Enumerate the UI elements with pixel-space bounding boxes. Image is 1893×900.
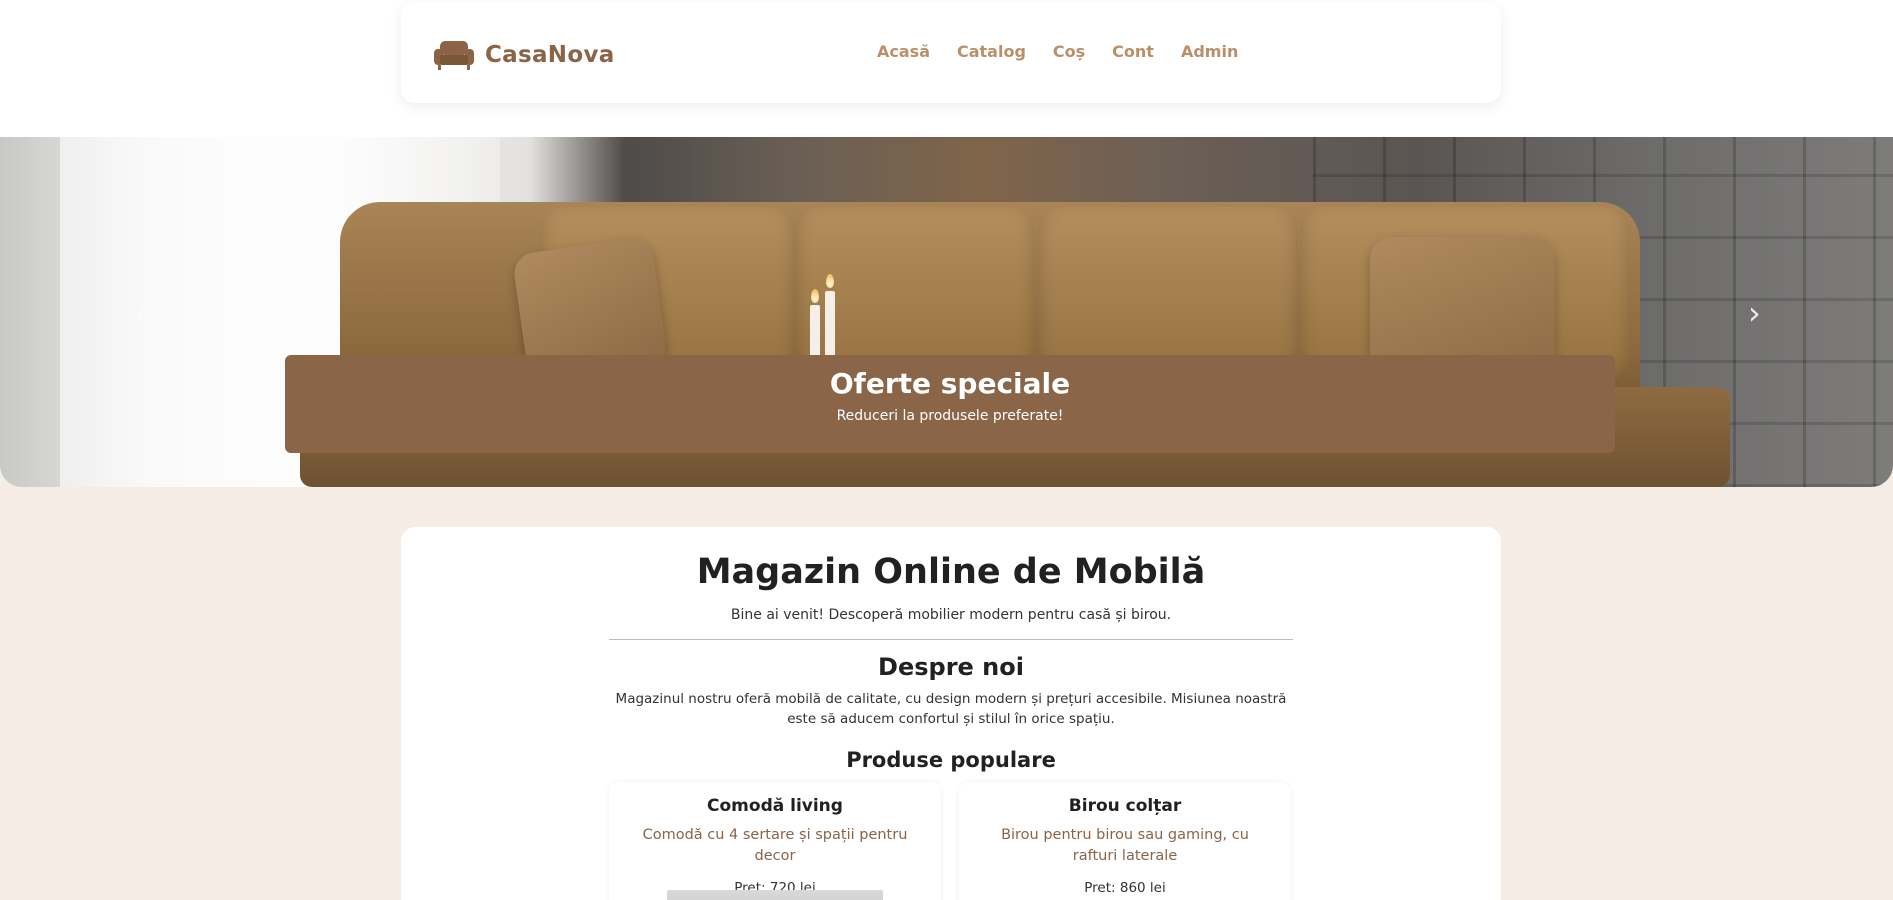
- nav-link-cos[interactable]: Coș: [1053, 42, 1085, 61]
- product-card[interactable]: Birou colțar Birou pentru birou sau gami…: [959, 782, 1291, 900]
- about-text: Magazinul nostru oferă mobilă de calitat…: [615, 691, 1287, 727]
- brand[interactable]: CasaNova: [433, 36, 615, 74]
- product-price: Pret: 860 lei: [1084, 880, 1166, 896]
- candle: [825, 291, 835, 365]
- nav-link-admin[interactable]: Admin: [1181, 42, 1238, 61]
- nav-links: Acasă Catalog Coș Cont Admin: [877, 42, 1265, 61]
- hero-carousel: ‹ › Oferte speciale Reduceri la produsel…: [0, 137, 1893, 487]
- hero-caption: Oferte speciale Reduceri la produsele pr…: [285, 355, 1615, 453]
- product-card[interactable]: Comodă living Comodă cu 4 sertare și spa…: [609, 782, 941, 900]
- carousel-prev-icon[interactable]: ‹: [134, 297, 147, 329]
- products-title: Produse populare: [846, 748, 1056, 772]
- nav-link-catalog[interactable]: Catalog: [957, 42, 1026, 61]
- product-name: Comodă living: [707, 796, 843, 816]
- candle-flame: [826, 274, 834, 288]
- candle-flame: [811, 289, 819, 303]
- page-title: Magazin Online de Mobilă: [696, 552, 1206, 592]
- product-description: Birou pentru birou sau gaming, cu raftur…: [1001, 827, 1249, 864]
- product-name: Birou colțar: [1068, 796, 1182, 816]
- welcome-text: Bine ai venit! Descoperă mobilier modern…: [730, 607, 1172, 623]
- product-description: Comodă cu 4 sertare și spații pentru dec…: [642, 827, 908, 864]
- carousel-next-icon[interactable]: ›: [1748, 297, 1761, 329]
- nav-link-cont[interactable]: Cont: [1112, 42, 1154, 61]
- main-content: Magazin Online de Mobilă Bine ai venit! …: [401, 527, 1501, 900]
- sofa-icon: [434, 41, 474, 70]
- divider: [609, 639, 1293, 640]
- product-image: [667, 890, 883, 900]
- hero-subtitle: Reduceri la produsele preferate!: [836, 408, 1064, 424]
- nav-link-acasa[interactable]: Acasă: [877, 42, 930, 61]
- navbar: CasaNova Acasă Catalog Coș Cont Admin: [401, 2, 1501, 103]
- brand-name: CasaNova: [485, 42, 615, 68]
- about-title: Despre noi: [878, 653, 1024, 681]
- hero-title: Oferte speciale: [829, 367, 1071, 400]
